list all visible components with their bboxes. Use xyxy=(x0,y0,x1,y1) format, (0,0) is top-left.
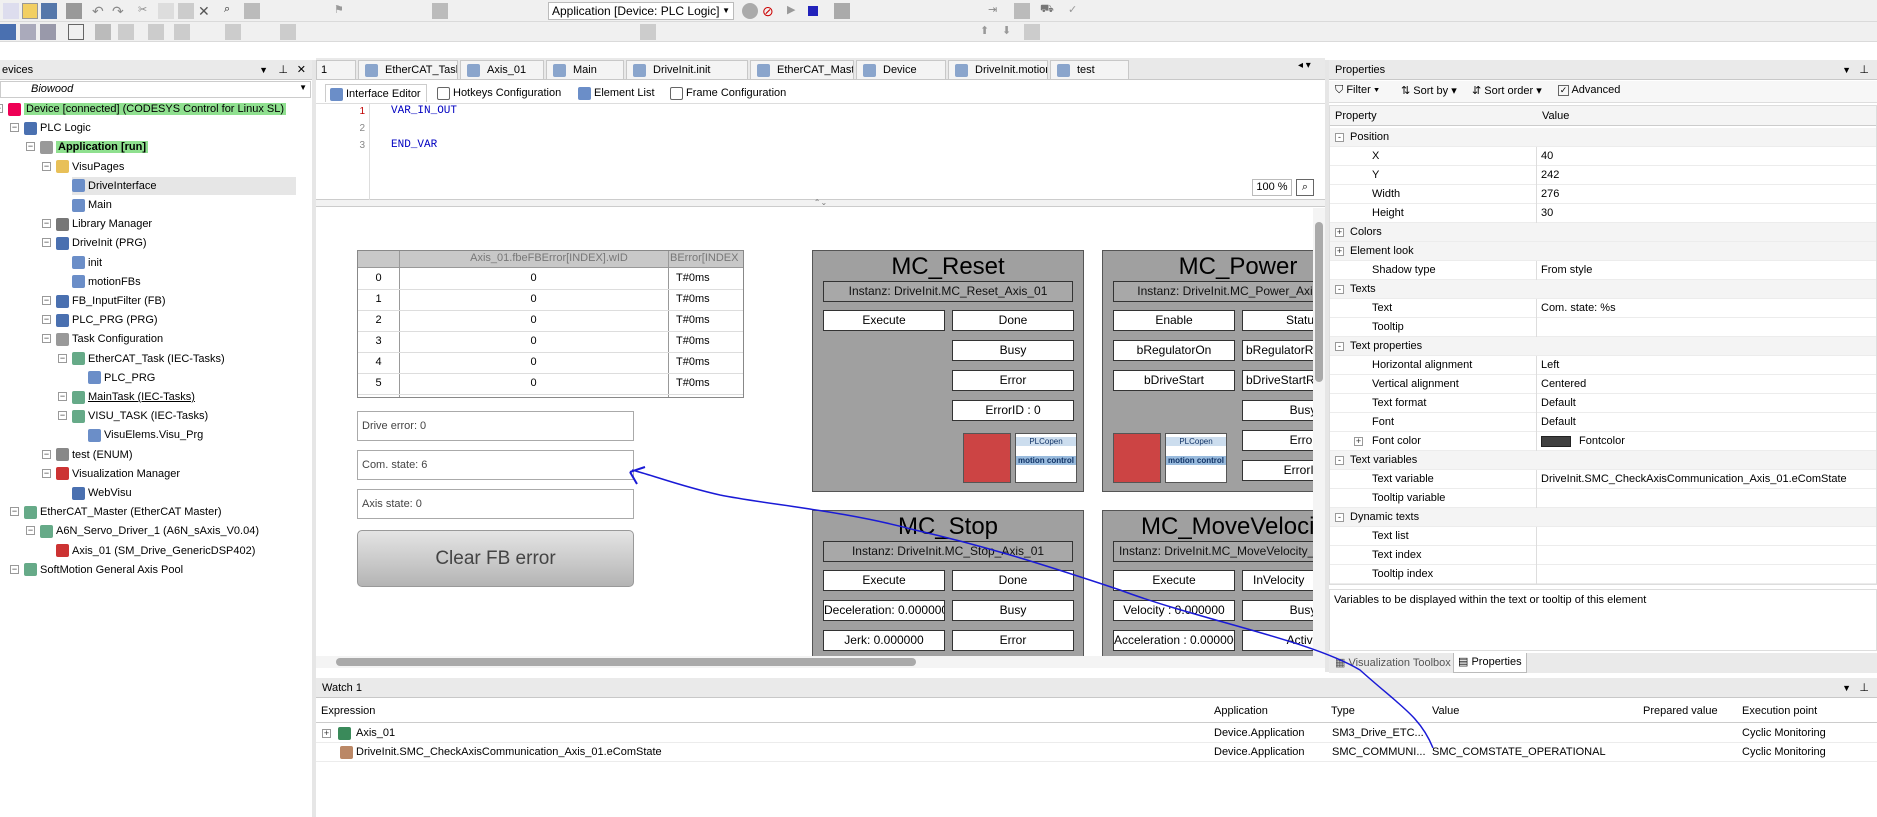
annotation-arrow-line xyxy=(631,469,1434,749)
annotation-arrow xyxy=(629,466,1434,749)
